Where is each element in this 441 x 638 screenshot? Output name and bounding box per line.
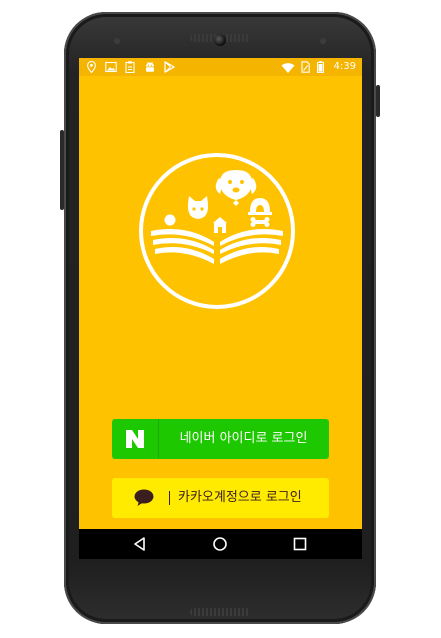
home-icon[interactable]	[212, 536, 228, 552]
battery-icon	[317, 61, 324, 73]
sim-icon	[301, 61, 310, 73]
status-bar: 4:39	[79, 58, 362, 76]
kakao-separator	[169, 491, 170, 505]
kakao-chat-icon	[134, 489, 154, 506]
naver-logo-icon	[112, 419, 159, 459]
front-camera	[214, 34, 226, 46]
location-icon	[87, 61, 96, 73]
light-sensor	[320, 38, 326, 44]
open-book-with-pets-logo	[139, 153, 295, 309]
status-time: 4:39	[333, 61, 356, 72]
android-icon	[146, 61, 154, 72]
play-store-icon	[164, 61, 175, 73]
app-screen: 4:39 네이버 아이디로 로그인 카카오계정으로 로그인	[79, 58, 362, 559]
volume-rocker	[60, 130, 64, 210]
naver-login-label: 네이버 아이디로 로그인	[179, 431, 308, 446]
power-button	[376, 85, 380, 117]
proximity-sensor	[114, 38, 120, 44]
clipboard-icon	[125, 61, 135, 73]
kakao-login-button[interactable]: 카카오계정으로 로그인	[112, 478, 329, 518]
naver-login-button[interactable]: 네이버 아이디로 로그인	[112, 419, 329, 459]
navigation-bar	[79, 529, 362, 559]
recents-icon[interactable]	[292, 536, 308, 552]
bottom-speaker	[190, 608, 250, 616]
wifi-icon	[281, 63, 295, 73]
back-icon[interactable]	[132, 536, 148, 552]
image-icon	[105, 61, 117, 73]
kakao-login-label: 카카오계정으로 로그인	[178, 490, 302, 505]
